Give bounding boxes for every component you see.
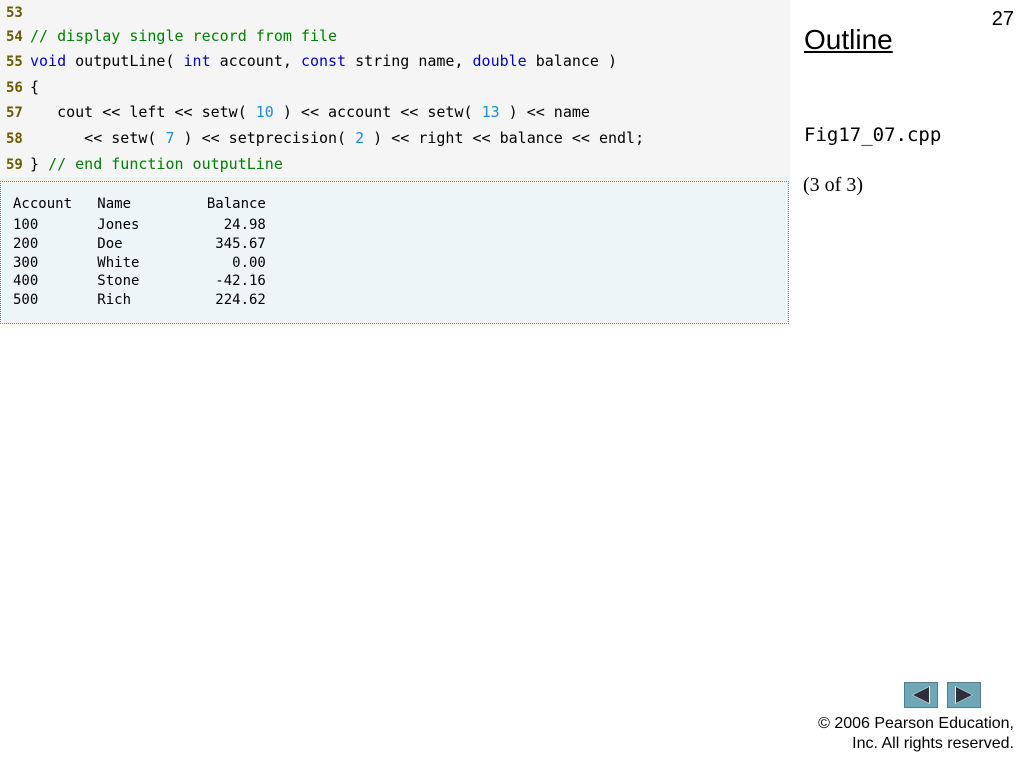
code-token: 10	[255, 103, 274, 121]
code-token: const	[300, 52, 347, 70]
page-number: 27	[991, 8, 1014, 30]
code-token: account,	[210, 52, 301, 70]
copyright-notice: © 2006 Pearson Education, Inc. All right…	[774, 714, 1014, 754]
code-token: 2	[355, 129, 365, 147]
code-token: int	[183, 52, 211, 70]
code-line: 59} // end function outputLine	[0, 152, 283, 177]
code-token: double	[472, 52, 527, 70]
line-number: 56	[6, 80, 23, 96]
line-number: 58	[6, 131, 23, 147]
triangle-left-icon	[912, 686, 930, 704]
code-token: // display single record from file	[30, 27, 338, 45]
file-name: Fig17_07.cpp	[804, 124, 942, 146]
code-token: ) << right << balance << endl;	[364, 129, 645, 147]
code-line: 58 << setw( 7 ) << setprecision( 2 ) << …	[0, 126, 644, 151]
program-output: Account Name Balance 100 Jones 24.98 200…	[0, 181, 789, 324]
code-token: }	[30, 155, 49, 173]
previous-slide-button[interactable]	[904, 682, 938, 708]
code-token: 13	[481, 103, 500, 121]
copyright-line: © 2006 Pearson Education,	[818, 715, 1014, 732]
code-listing: 53 54 // display single record from file 55…	[0, 0, 790, 181]
code-token: {	[30, 78, 40, 96]
code-token: void	[30, 52, 67, 70]
output-header: Account Name Balance	[13, 196, 266, 212]
output-row: 100 Jones 24.98	[13, 217, 266, 233]
code-token: outputLine(	[66, 52, 184, 70]
output-row: 200 Doe 345.67	[13, 236, 266, 252]
code-token: 7	[165, 129, 175, 147]
code-token: ) << setprecision(	[174, 129, 356, 147]
code-token: ) << account << setw(	[273, 103, 482, 121]
line-number: 57	[6, 105, 23, 121]
page-indicator: (3 of 3)	[803, 174, 863, 196]
code-token: // end function outputLine	[48, 155, 283, 173]
code-token: cout << left << setw(	[30, 103, 256, 121]
output-row: 500 Rich 224.62	[13, 292, 266, 308]
triangle-right-icon	[955, 686, 973, 704]
code-line: 54 // display single record from file	[0, 24, 337, 49]
outline-link[interactable]: Outline	[804, 24, 893, 56]
line-number: 53	[6, 5, 23, 21]
code-line: 56 {	[0, 75, 39, 100]
code-token: ) << name	[499, 103, 590, 121]
line-number: 54	[6, 29, 23, 45]
output-row: 300 White 0.00	[13, 255, 266, 271]
line-number: 59	[6, 157, 23, 173]
code-line: 57 cout << left << setw( 10 ) << account…	[0, 100, 590, 125]
next-slide-button[interactable]	[947, 682, 981, 708]
code-token: << setw(	[30, 129, 166, 147]
line-number: 55	[6, 54, 23, 70]
output-row: 400 Stone -42.16	[13, 273, 266, 289]
copyright-line: Inc. All rights reserved.	[852, 735, 1014, 752]
code-line: 55 void outputLine( int account, const st…	[0, 49, 617, 74]
code-token: balance )	[526, 52, 618, 70]
code-line: 53	[0, 0, 30, 25]
code-token: string name,	[346, 52, 473, 70]
